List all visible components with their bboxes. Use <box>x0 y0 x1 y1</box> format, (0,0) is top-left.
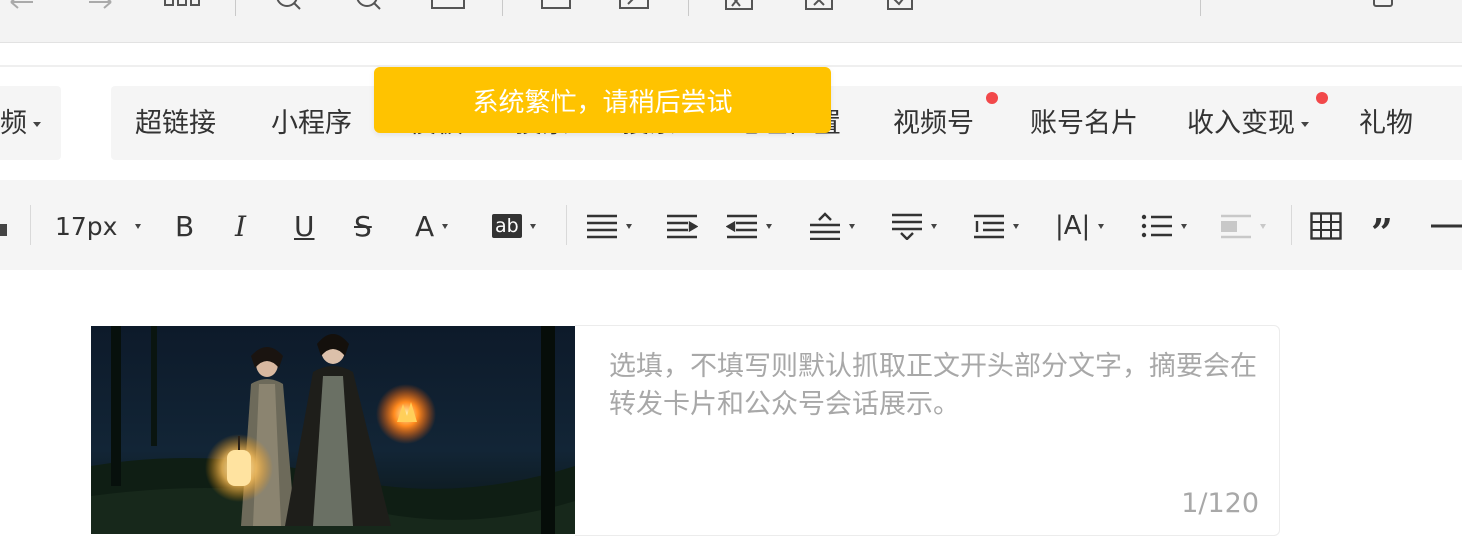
underline-button[interactable]: U <box>294 205 315 247</box>
list-select[interactable] <box>1141 205 1187 247</box>
close-doc-icon[interactable] <box>802 0 836 14</box>
divider-button[interactable] <box>1430 205 1462 247</box>
tab-strip <box>0 43 1462 67</box>
grid-apps-icon[interactable] <box>164 0 200 14</box>
toolbar-divider <box>688 0 689 16</box>
chevron-down-icon <box>1013 223 1019 229</box>
clipboard-check-icon[interactable] <box>884 0 916 14</box>
chevron-down-icon <box>849 223 855 229</box>
line-height-icon <box>974 214 1004 239</box>
new-badge-dot <box>986 92 998 104</box>
chevron-down-icon <box>1181 223 1187 229</box>
line-height-select[interactable] <box>973 205 1019 247</box>
outdent-select[interactable] <box>726 205 772 247</box>
cover-image[interactable] <box>91 326 575 534</box>
paint-format-icon[interactable] <box>0 205 8 247</box>
chevron-down-icon <box>931 223 937 229</box>
horizontal-rule-icon <box>1431 224 1462 228</box>
char-counter: 1/120 <box>1181 488 1259 519</box>
cover-image-illustration <box>91 326 575 534</box>
italic-button[interactable]: I <box>235 205 246 247</box>
excel-doc-icon[interactable] <box>722 0 756 14</box>
letter-spacing-icon: |A| <box>1055 211 1091 241</box>
menu-item-label: 频 <box>0 108 27 139</box>
chevron-down-icon <box>1301 122 1309 127</box>
paragraph-spacing-select[interactable] <box>809 205 855 247</box>
toolbar-divider <box>1291 205 1292 245</box>
float-align-select[interactable] <box>1220 205 1266 247</box>
toolbar-divider <box>30 205 31 245</box>
toolbar-divider <box>235 0 236 16</box>
export-icon[interactable] <box>618 0 650 14</box>
toast-message: 系统繁忙，请稍后尝试 <box>472 87 733 118</box>
toolbar-divider <box>1200 0 1201 16</box>
window-icon[interactable] <box>1370 0 1396 14</box>
back-arrow-icon[interactable] <box>6 0 36 14</box>
align-select[interactable] <box>586 205 632 247</box>
frame-icon[interactable] <box>540 0 572 14</box>
float-left-icon <box>1221 214 1251 239</box>
font-color-button[interactable]: A <box>415 205 449 247</box>
outdent-icon <box>726 214 757 239</box>
menu-item-account-card[interactable]: 账号名片 <box>1030 104 1138 144</box>
align-justify-icon <box>587 214 617 239</box>
menu-item-channels[interactable]: 视频号 <box>893 104 974 144</box>
highlight-glyph: ab <box>492 214 522 238</box>
summary-textarea[interactable]: 选填，不填写则默认抓取正文开头部分文字，摘要会在转发卡片和公众号会话展示。 <box>609 348 1259 424</box>
chevron-down-icon <box>626 223 632 229</box>
chevron-down-icon <box>442 223 449 229</box>
font-size-select[interactable]: 17px <box>55 205 142 247</box>
paragraph-after-select[interactable] <box>891 205 937 247</box>
font-size-value: 17px <box>55 211 118 241</box>
chevron-down-icon <box>1098 223 1105 229</box>
chevron-down-icon <box>135 223 142 229</box>
quote-icon: ” <box>1371 210 1393 255</box>
zoom-in-icon[interactable] <box>272 0 304 14</box>
spacing-after-icon <box>892 213 922 240</box>
spacing-icon <box>810 212 840 240</box>
letter-spacing-select[interactable]: |A| <box>1055 205 1105 247</box>
chevron-down-icon <box>529 223 536 229</box>
forward-arrow-icon[interactable] <box>86 0 116 14</box>
bullet-list-icon <box>1141 214 1172 238</box>
menu-item-video-partial[interactable]: 频 <box>0 104 41 144</box>
fit-page-icon[interactable] <box>430 0 466 14</box>
busy-toast: 系统繁忙，请稍后尝试 <box>374 67 831 133</box>
new-badge-dot <box>1316 92 1328 104</box>
menu-item-label: 收入变现 <box>1187 108 1295 139</box>
toolbar-divider <box>502 0 503 16</box>
top-toolbar: ··· <box>0 0 1462 43</box>
menu-item-mini-program[interactable]: 小程序 <box>271 104 352 144</box>
insert-table-button[interactable] <box>1310 205 1342 247</box>
menu-item-hyperlink[interactable]: 超链接 <box>135 104 216 144</box>
indent-button[interactable] <box>666 205 698 247</box>
indent-icon <box>667 214 698 239</box>
chevron-down-icon <box>1260 223 1266 229</box>
chevron-down-icon <box>766 223 772 229</box>
more-icon[interactable]: ··· <box>1132 0 1160 11</box>
strikethrough-button[interactable]: S <box>354 205 372 247</box>
toolbar-divider <box>566 205 567 245</box>
chevron-down-icon <box>33 122 41 127</box>
highlight-button[interactable]: ab <box>492 205 536 247</box>
bold-button[interactable]: B <box>175 205 194 247</box>
menu-item-gift[interactable]: 礼物 <box>1359 104 1413 144</box>
summary-box[interactable]: 选填，不填写则默认抓取正文开头部分文字，摘要会在转发卡片和公众号会话展示。 1/… <box>575 325 1280 536</box>
menu-item-monetize[interactable]: 收入变现 <box>1187 104 1309 144</box>
zoom-out-icon[interactable] <box>352 0 384 14</box>
font-color-glyph: A <box>415 209 435 243</box>
quote-button[interactable]: ” <box>1371 205 1393 252</box>
table-icon <box>1310 212 1342 240</box>
